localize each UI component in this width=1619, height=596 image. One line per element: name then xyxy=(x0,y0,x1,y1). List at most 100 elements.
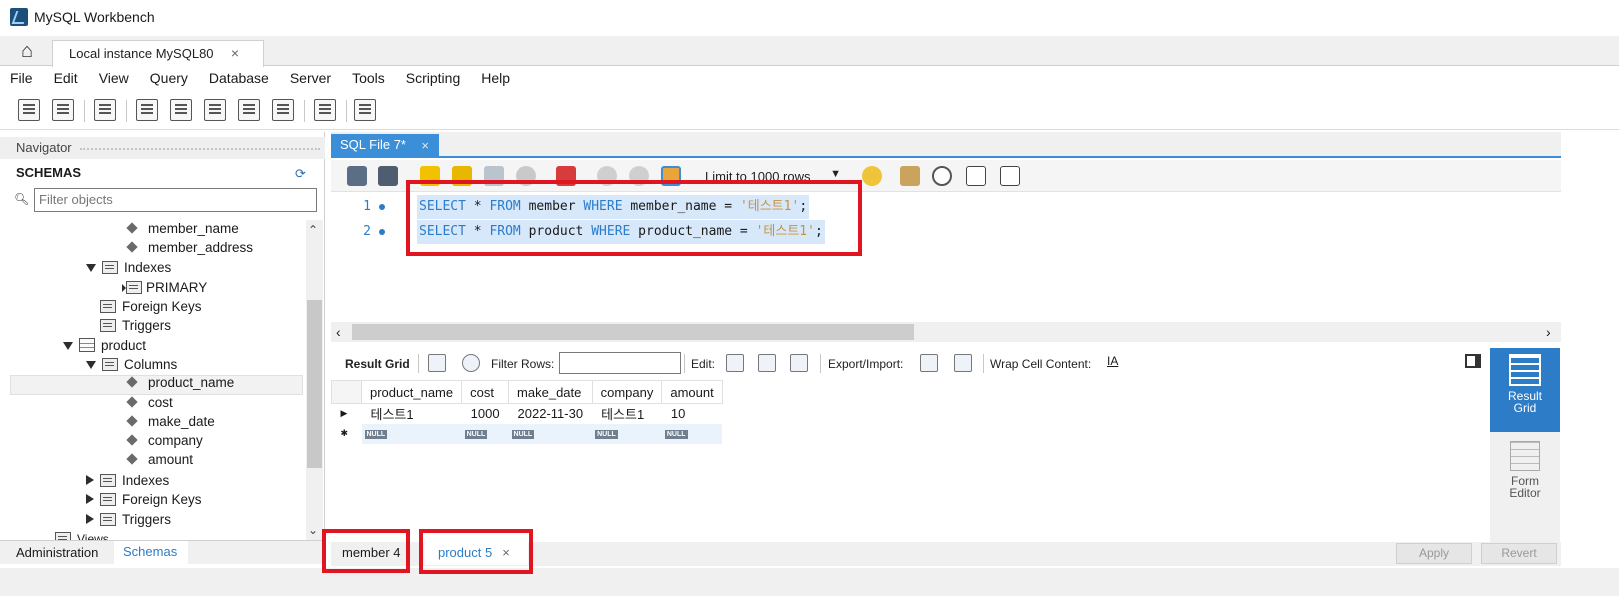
tree-column-amount[interactable]: amount xyxy=(126,452,193,467)
open-file-icon[interactable] xyxy=(347,166,367,186)
tab-administration[interactable]: Administration xyxy=(8,543,112,563)
tree-column-member-address[interactable]: member_address xyxy=(126,240,253,255)
tree-column-cost[interactable]: cost xyxy=(126,395,173,410)
tab-sql-file[interactable]: SQL File 7* × xyxy=(331,134,439,158)
menu-scripting[interactable]: Scripting xyxy=(406,70,460,86)
expand-icon[interactable] xyxy=(86,475,94,485)
create-schema-icon[interactable] xyxy=(136,99,158,121)
create-procedure-icon[interactable] xyxy=(238,99,260,121)
result-grid[interactable]: product_name cost make_date company amou… xyxy=(331,380,743,444)
grid-cell[interactable]: 테스트1 xyxy=(362,404,462,424)
save-icon[interactable] xyxy=(378,166,398,186)
refresh-icon[interactable]: ⟳ xyxy=(295,166,306,182)
chevron-down-icon[interactable]: ⌄ xyxy=(308,523,318,537)
tree-foreign-keys[interactable]: Foreign Keys xyxy=(100,298,202,314)
tree-indexes[interactable]: Indexes xyxy=(86,259,171,275)
tree-indexes[interactable]: Indexes xyxy=(86,472,169,488)
home-icon[interactable]: ⌂ xyxy=(14,40,40,62)
delete-row-icon[interactable] xyxy=(790,354,808,372)
wrap-lines-icon[interactable] xyxy=(1000,166,1020,186)
filter-objects-input[interactable]: Filter objects xyxy=(34,188,317,212)
column-header[interactable]: company xyxy=(591,380,663,404)
expand-icon[interactable] xyxy=(86,264,96,272)
create-table-icon[interactable] xyxy=(170,99,192,121)
tree-foreign-keys[interactable]: Foreign Keys xyxy=(86,491,202,507)
inspector-icon[interactable] xyxy=(94,99,116,121)
column-layout-icon[interactable] xyxy=(428,354,446,372)
refresh-icon[interactable] xyxy=(462,354,480,372)
menu-query[interactable]: Query xyxy=(150,70,188,86)
search-table-data-icon[interactable] xyxy=(314,99,336,121)
edit-row-icon[interactable] xyxy=(726,354,744,372)
expand-icon[interactable] xyxy=(63,342,73,350)
tree-triggers[interactable]: Triggers xyxy=(86,511,171,527)
chevron-up-icon[interactable]: ⌃ xyxy=(308,223,318,237)
tree-columns[interactable]: Columns xyxy=(86,356,177,372)
close-icon[interactable]: × xyxy=(421,138,429,153)
table-row[interactable]: ▶ 테스트1 1000 2022-11-30 테스트1 10 xyxy=(332,404,723,424)
add-snippet-icon[interactable] xyxy=(862,166,882,186)
schemas-heading: SCHEMAS xyxy=(16,165,82,180)
chevron-right-icon[interactable]: › xyxy=(1546,324,1551,340)
find-icon[interactable] xyxy=(932,166,952,186)
result-grid-button[interactable]: Result Grid xyxy=(1490,348,1560,432)
tree-table-product[interactable]: product xyxy=(63,336,146,353)
grid-cell-null[interactable]: NULL xyxy=(662,424,722,444)
current-row-icon: ▶ xyxy=(340,408,348,419)
grid-cell-null[interactable]: NULL xyxy=(362,424,462,444)
menu-edit[interactable]: Edit xyxy=(54,70,78,86)
import-icon[interactable] xyxy=(954,354,972,372)
new-sql-tab-icon[interactable] xyxy=(18,99,40,121)
grid-cell[interactable]: 1000 xyxy=(462,404,509,424)
tab-schemas[interactable]: Schemas xyxy=(114,541,188,564)
folder-icon xyxy=(55,532,71,540)
grid-cell-null[interactable]: NULL xyxy=(462,424,509,444)
editor-scrollbar-thumb[interactable] xyxy=(352,324,914,340)
tree-column-make-date[interactable]: make_date xyxy=(126,414,215,429)
column-header[interactable]: product_name xyxy=(360,380,463,404)
menu-server[interactable]: Server xyxy=(290,70,331,86)
tree-triggers[interactable]: Triggers xyxy=(100,317,171,333)
menu-help[interactable]: Help xyxy=(481,70,510,86)
form-editor-button[interactable]: Form Editor xyxy=(1490,437,1560,507)
revert-button[interactable]: Revert xyxy=(1481,543,1557,564)
navigator-scrollbar-thumb[interactable] xyxy=(307,300,322,468)
export-icon[interactable] xyxy=(920,354,938,372)
close-icon[interactable]: × xyxy=(231,45,239,61)
apply-button[interactable]: Apply xyxy=(1396,543,1472,564)
grid-cell-null[interactable]: NULL xyxy=(592,424,662,444)
column-header[interactable]: make_date xyxy=(508,380,593,404)
menu-file[interactable]: File xyxy=(10,70,33,86)
tree-column-product-name[interactable]: product_name xyxy=(126,375,234,390)
reconnect-icon[interactable] xyxy=(354,99,376,121)
tree-column-member-name[interactable]: member_name xyxy=(126,221,239,236)
connection-tab[interactable]: Local instance MySQL80 × xyxy=(52,40,264,67)
column-header[interactable]: amount xyxy=(661,380,723,404)
grid-cell[interactable]: 테스트1 xyxy=(592,404,662,424)
menu-tools[interactable]: Tools xyxy=(352,70,385,86)
menu-database[interactable]: Database xyxy=(209,70,269,86)
invisible-chars-icon[interactable] xyxy=(966,166,986,186)
tree-views[interactable]: Views xyxy=(55,530,109,540)
grid-cell-null[interactable]: NULL xyxy=(509,424,593,444)
grid-cell[interactable]: 10 xyxy=(662,404,722,424)
menu-view[interactable]: View xyxy=(99,70,129,86)
expand-icon[interactable] xyxy=(86,361,96,369)
column-header[interactable]: cost xyxy=(461,380,510,404)
wrap-text-icon[interactable]: IA xyxy=(1107,354,1125,372)
insert-row-icon[interactable] xyxy=(758,354,776,372)
grid-cell[interactable]: 2022-11-30 xyxy=(509,404,593,424)
tree-column-company[interactable]: company xyxy=(126,433,203,448)
beautify-icon[interactable] xyxy=(900,166,920,186)
create-view-icon[interactable] xyxy=(204,99,226,121)
expand-icon[interactable] xyxy=(86,514,94,524)
new-row[interactable]: ✱ NULL NULL NULL NULL NULL xyxy=(331,423,723,444)
expand-icon[interactable] xyxy=(86,494,94,504)
chevron-left-icon[interactable]: ‹ xyxy=(336,324,341,340)
result-grid-label[interactable]: Result Grid xyxy=(345,357,410,371)
filter-rows-input[interactable] xyxy=(559,352,681,374)
toggle-side-panel-icon[interactable] xyxy=(1465,354,1481,368)
open-sql-script-icon[interactable] xyxy=(52,99,74,121)
create-function-icon[interactable] xyxy=(272,99,294,121)
tree-index-primary[interactable]: PRIMARY xyxy=(122,279,207,295)
